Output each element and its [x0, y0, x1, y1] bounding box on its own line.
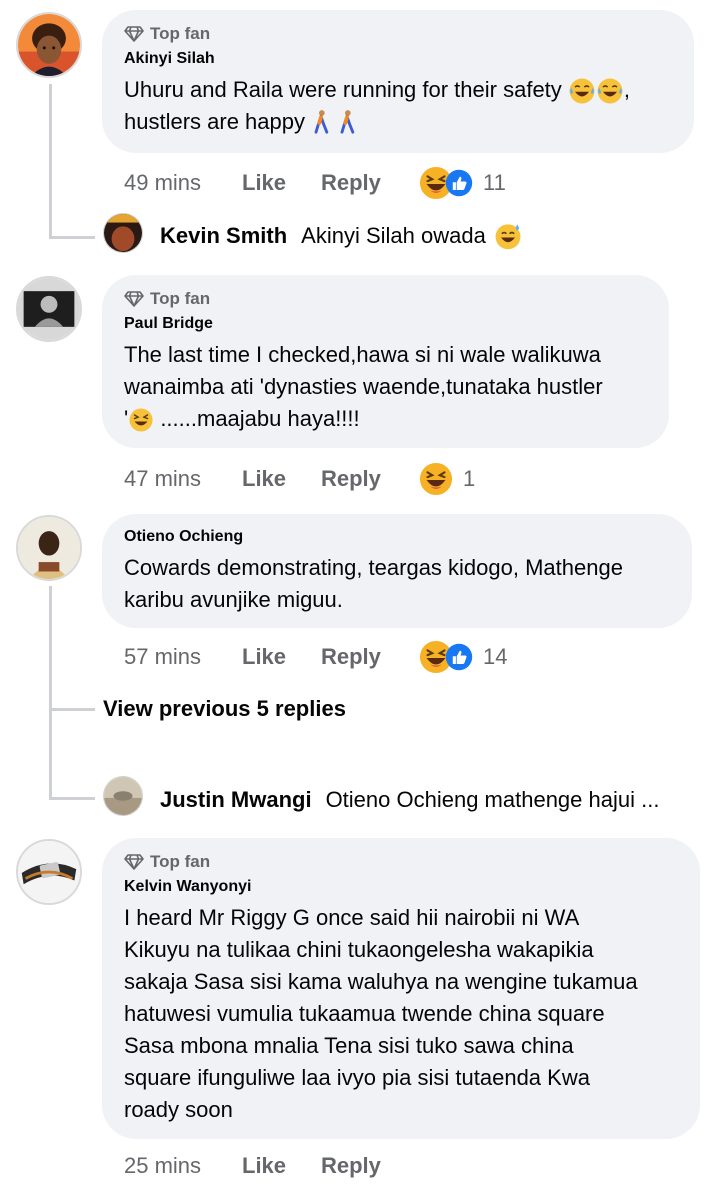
reply-text: Otieno Ochieng mathenge hajui ...: [325, 787, 660, 812]
diamond-icon: [124, 291, 144, 307]
comment-text: The last time I checked,hawa si ni wale …: [124, 339, 647, 435]
avatar[interactable]: [16, 276, 82, 342]
diamond-icon: [124, 26, 144, 42]
reaction-summary[interactable]: 11: [419, 166, 506, 200]
reply-author[interactable]: Justin Mwangi: [160, 787, 312, 813]
reaction-summary[interactable]: 14: [419, 640, 507, 674]
person-walking-icon: [311, 109, 331, 137]
comment-bubble: Otieno Ochieng Cowards demonstrating, te…: [102, 514, 692, 628]
like-button[interactable]: Like: [242, 466, 321, 492]
timestamp[interactable]: 49 mins: [124, 170, 242, 196]
like-button[interactable]: Like: [242, 644, 321, 670]
comment-meta: 57 mins Like Reply 14: [124, 640, 507, 674]
comment-author[interactable]: Kelvin Wanyonyi: [124, 878, 678, 896]
avatar[interactable]: [103, 776, 143, 816]
timestamp[interactable]: 57 mins: [124, 644, 242, 670]
top-fan-badge: Top fan: [124, 852, 678, 872]
reply-preview[interactable]: Justin Mwangi Otieno Ochieng mathenge ha…: [160, 787, 659, 813]
reply-text: Akinyi Silah owada: [301, 223, 486, 248]
comment-text: I heard Mr Riggy G once said hii nairobi…: [124, 905, 638, 1122]
avatar[interactable]: [16, 12, 82, 78]
comment-text: Cowards demonstrating, teargas kidogo, M…: [124, 555, 623, 612]
like-reaction-icon: [445, 169, 473, 197]
reaction-count: 11: [483, 170, 506, 195]
thread-line: [49, 797, 95, 800]
comment-author[interactable]: Paul Bridge: [124, 315, 647, 333]
tears-of-joy-icon: [568, 77, 596, 105]
thread-line: [49, 236, 95, 239]
top-fan-badge: Top fan: [124, 289, 647, 309]
comment-meta: 25 mins Like Reply: [124, 1153, 403, 1179]
comment-bubble: Top fan Akinyi Silah Uhuru and Raila wer…: [102, 10, 694, 153]
comment-author[interactable]: Otieno Ochieng: [124, 528, 670, 546]
reply-button[interactable]: Reply: [321, 1153, 403, 1179]
like-reaction-icon: [445, 643, 473, 671]
reaction-count: 1: [463, 466, 476, 491]
like-button[interactable]: Like: [242, 1153, 321, 1179]
like-button[interactable]: Like: [242, 170, 321, 196]
avatar[interactable]: [103, 213, 143, 253]
comment-bubble: Top fan Kelvin Wanyonyi I heard Mr Riggy…: [102, 838, 700, 1139]
grinning-squinting-icon: [128, 407, 154, 433]
reply-button[interactable]: Reply: [321, 170, 403, 196]
avatar[interactable]: [16, 839, 82, 905]
reaction-count: 14: [483, 644, 508, 669]
person-walking-icon: [337, 109, 357, 137]
diamond-icon: [124, 854, 144, 870]
timestamp[interactable]: 25 mins: [124, 1153, 242, 1179]
thread-line: [49, 708, 95, 711]
comment-meta: 47 mins Like Reply 1: [124, 462, 475, 496]
avatar[interactable]: [16, 515, 82, 581]
reaction-summary[interactable]: 1: [419, 462, 475, 496]
reply-author[interactable]: Kevin Smith: [160, 223, 287, 249]
haha-reaction-icon: [419, 462, 453, 496]
thread-line: [49, 84, 52, 239]
timestamp[interactable]: 47 mins: [124, 466, 242, 492]
reply-preview[interactable]: Kevin Smith Akinyi Silah owada: [160, 222, 522, 250]
comment-text: Uhuru and Raila were running for their s…: [124, 74, 672, 138]
comment-author[interactable]: Akinyi Silah: [124, 50, 672, 68]
comment-meta: 49 mins Like Reply 11: [124, 166, 506, 200]
top-fan-badge: Top fan: [124, 24, 672, 44]
comment-bubble: Top fan Paul Bridge The last time I chec…: [102, 275, 669, 448]
tears-of-joy-icon: [596, 77, 624, 105]
view-previous-replies-link[interactable]: View previous 5 replies: [103, 696, 346, 722]
thread-line: [49, 586, 52, 800]
sweat-smile-icon: [494, 222, 522, 250]
reply-button[interactable]: Reply: [321, 644, 403, 670]
reply-button[interactable]: Reply: [321, 466, 403, 492]
